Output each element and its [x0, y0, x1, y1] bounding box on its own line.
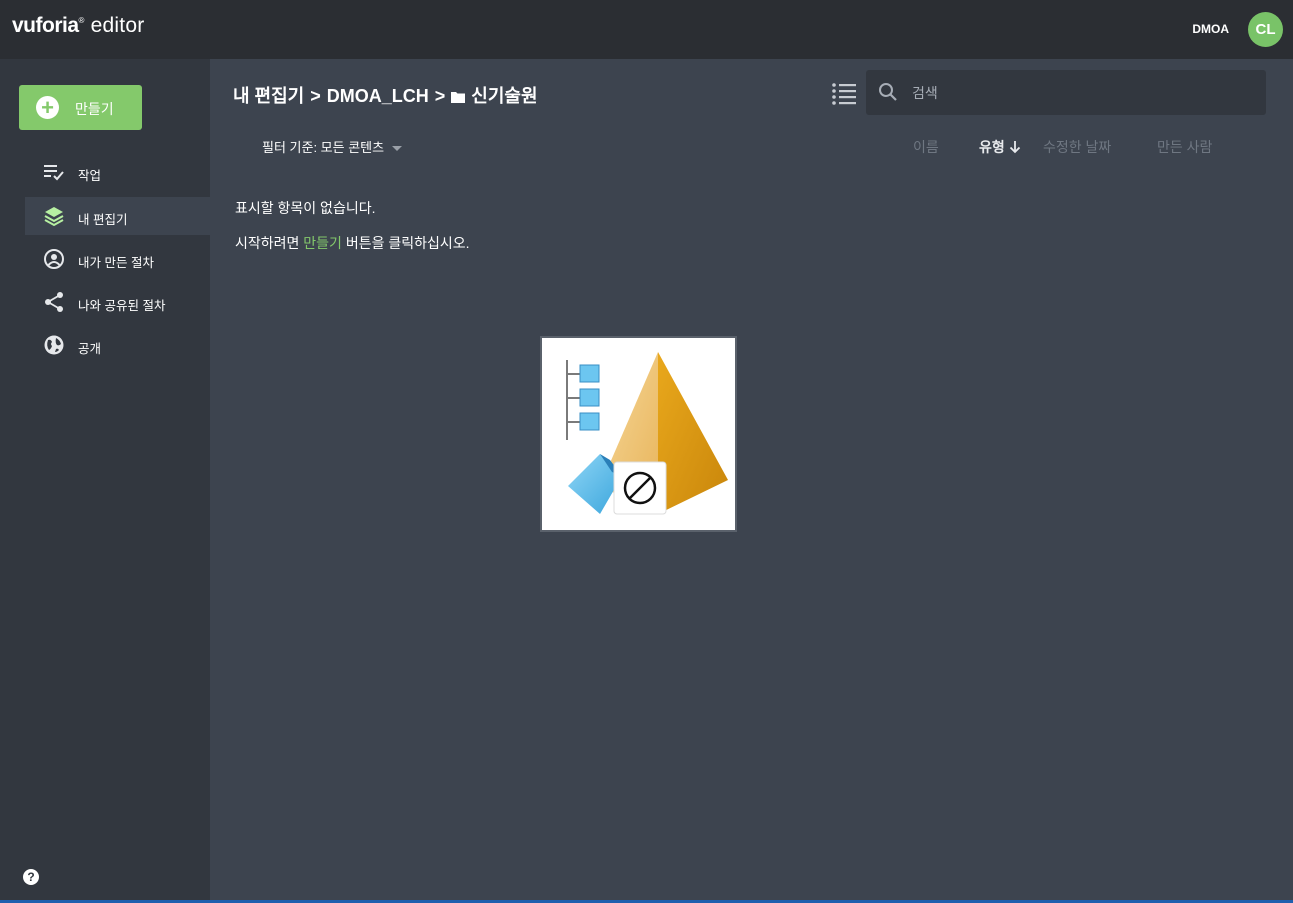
column-type[interactable]: 유형: [979, 137, 1021, 157]
user-circle-icon: [44, 249, 64, 269]
pyramid-illustration-icon: [566, 352, 728, 515]
task-list-icon: [44, 165, 64, 181]
list-view-icon[interactable]: [831, 81, 857, 105]
empty-hint-prefix: 시작하려면: [235, 235, 300, 251]
empty-state-illustration: [540, 336, 737, 532]
help-icon[interactable]: ?: [23, 869, 39, 885]
sidebar-item-my-procedures[interactable]: 내가 만든 절차: [25, 240, 210, 278]
column-creator[interactable]: 만든 사람: [1157, 137, 1212, 157]
search-icon: [879, 83, 897, 101]
column-type-label: 유형: [979, 139, 1005, 155]
breadcrumb-org[interactable]: DMOA_LCH: [327, 86, 429, 106]
breadcrumb-folder: 신기술원: [471, 86, 538, 106]
empty-state-title: 표시할 항목이 없습니다.: [235, 200, 376, 216]
breadcrumb-root[interactable]: 내 편집기: [233, 86, 304, 106]
breadcrumb-separator: >: [434, 86, 446, 106]
column-modified[interactable]: 수정한 날짜: [1043, 137, 1111, 157]
share-icon: [45, 292, 63, 312]
breadcrumb: 내 편집기 > DMOA_LCH > 신기술원: [233, 82, 538, 108]
user-avatar[interactable]: CL: [1248, 12, 1283, 47]
column-name[interactable]: 이름: [913, 137, 939, 157]
search-box: [866, 70, 1266, 115]
chevron-down-icon: [392, 146, 403, 152]
logo-app-name: editor: [90, 14, 145, 37]
create-button-label: 만들기: [75, 101, 114, 117]
create-button[interactable]: + 만들기: [19, 85, 142, 130]
sidebar-item-my-editor[interactable]: 내 편집기: [25, 197, 210, 235]
empty-hint-create-link[interactable]: 만들기: [303, 235, 342, 251]
sidebar-item-label: 나와 공유된 절차: [78, 299, 166, 313]
sidebar-item-shared-procedures[interactable]: 나와 공유된 절차: [25, 283, 210, 321]
arrow-down-icon: [1009, 141, 1020, 154]
org-name: DMOA: [1192, 22, 1229, 36]
globe-icon: [44, 335, 64, 355]
plus-icon: +: [36, 96, 59, 119]
breadcrumb-separator: >: [310, 86, 321, 106]
sidebar: + 만들기 작업 내 편집기 내가 만든 절차 나와 공유된 절차 공개 ?: [0, 59, 210, 903]
layers-icon: [44, 207, 64, 227]
app-logo[interactable]: vuforia® editor: [12, 14, 144, 38]
sidebar-item-label: 내 편집기: [78, 213, 128, 227]
sidebar-item-label: 내가 만든 절차: [78, 256, 154, 270]
empty-hint-suffix: 버튼을 클릭하십시오.: [345, 235, 470, 251]
logo-brand: vuforia: [12, 14, 79, 37]
search-input[interactable]: [910, 80, 1254, 106]
filter-label: 필터 기준: 모든 콘텐츠: [262, 140, 385, 155]
sidebar-item-label: 공개: [78, 342, 102, 356]
top-bar: vuforia® editor DMOA CL: [0, 0, 1293, 59]
sidebar-item-tasks[interactable]: 작업: [25, 153, 210, 191]
empty-state-hint: 시작하려면 만들기 버튼을 클릭하십시오.: [235, 233, 470, 253]
filter-dropdown[interactable]: 필터 기준: 모든 콘텐츠: [262, 137, 403, 156]
sidebar-item-public[interactable]: 공개: [25, 326, 210, 364]
sidebar-item-label: 작업: [78, 169, 102, 183]
folder-icon: [451, 92, 466, 104]
logo-mark: ®: [78, 16, 85, 25]
